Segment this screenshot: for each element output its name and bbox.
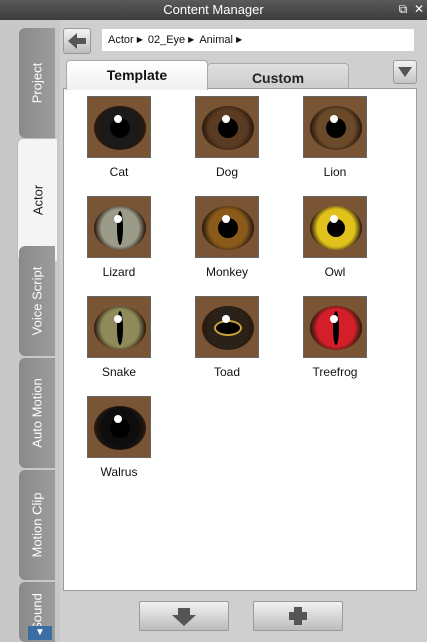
scroll-down-icon[interactable]: ▼ <box>28 626 52 640</box>
chevron-right-icon[interactable]: ▶ <box>236 29 242 51</box>
eye-thumbnail <box>303 296 367 358</box>
eye-item[interactable]: Walrus <box>74 396 164 479</box>
side-tab-motion-clip[interactable]: Motion Clip <box>19 470 55 580</box>
chevron-right-icon[interactable]: ▶ <box>137 29 143 51</box>
eye-item-label: Monkey <box>205 265 249 279</box>
iris <box>94 206 146 250</box>
iris <box>310 206 362 250</box>
eye-thumbnail <box>87 196 151 258</box>
eye-item-label: Snake <box>101 365 137 379</box>
iris <box>202 306 254 350</box>
side-tab-project[interactable]: Project <box>19 28 55 138</box>
eye-item[interactable]: Snake <box>74 296 164 379</box>
breadcrumb-item[interactable]: Actor <box>108 34 134 46</box>
window-title: Content Manager <box>163 2 264 17</box>
eye-item-label: Dog <box>215 165 238 179</box>
eye-thumbnail <box>303 96 367 158</box>
pupil <box>216 322 240 334</box>
triangle-down-icon <box>398 67 412 77</box>
arrow-down-icon <box>172 608 196 626</box>
iris <box>94 406 146 450</box>
eye-item[interactable]: Lion <box>290 96 380 179</box>
eye-grid: Cat Dog Lion Lizard Monkey Owl Snake Toad Treefr… <box>64 89 416 590</box>
glint <box>330 315 338 323</box>
eye-thumbnail <box>87 396 151 458</box>
eye-item[interactable]: Monkey <box>182 196 272 279</box>
eye-item-label: Toad <box>213 365 241 379</box>
eye-item[interactable]: Owl <box>290 196 380 279</box>
side-tab-actor[interactable]: Actor <box>17 138 57 262</box>
eye-item-label: Owl <box>324 265 346 279</box>
restore-icon[interactable]: ⧉ <box>396 2 410 16</box>
glint <box>222 315 230 323</box>
side-tab-auto-motion[interactable]: Auto Motion <box>19 358 55 468</box>
glint <box>114 415 122 423</box>
glint <box>114 115 122 123</box>
title-bar: Content Manager ⧉ ✕ <box>0 0 427 20</box>
eye-item-label: Lizard <box>102 265 136 279</box>
eye-item[interactable]: Treefrog <box>290 296 380 379</box>
back-button[interactable] <box>63 28 91 54</box>
eye-thumbnail <box>195 196 259 258</box>
dropdown-button[interactable] <box>393 60 417 84</box>
iris <box>310 106 362 150</box>
breadcrumb-item[interactable]: 02_Eye <box>148 34 185 46</box>
tab-custom[interactable]: Custom <box>207 63 349 91</box>
iris <box>202 106 254 150</box>
tab-template[interactable]: Template <box>66 60 208 90</box>
arrow-left-icon <box>68 33 86 49</box>
close-icon[interactable]: ✕ <box>412 2 426 16</box>
eye-thumbnail <box>195 296 259 358</box>
eye-item[interactable]: Lizard <box>74 196 164 279</box>
iris <box>202 206 254 250</box>
side-tab-voice-script[interactable]: Voice Script <box>19 246 55 356</box>
iris <box>310 306 362 350</box>
iris <box>94 106 146 150</box>
eye-thumbnail <box>303 196 367 258</box>
download-button[interactable] <box>139 601 229 631</box>
glint <box>114 215 122 223</box>
eye-thumbnail <box>87 296 151 358</box>
eye-item-label: Lion <box>323 165 347 179</box>
glint <box>222 215 230 223</box>
eye-item[interactable]: Toad <box>182 296 272 379</box>
eye-item-label: Treefrog <box>312 365 358 379</box>
plus-icon <box>289 607 307 625</box>
eye-item[interactable]: Cat <box>74 96 164 179</box>
glint <box>114 315 122 323</box>
template-content-panel: Cat Dog Lion Lizard Monkey Owl Snake Toad Treefr… <box>63 88 417 591</box>
eye-item-label: Walrus <box>100 465 138 479</box>
breadcrumb: Actor ▶ 02_Eye ▶ Animal ▶ <box>101 28 415 52</box>
glint <box>330 115 338 123</box>
chevron-right-icon[interactable]: ▶ <box>188 29 194 51</box>
add-button[interactable] <box>253 601 343 631</box>
eye-thumbnail <box>87 96 151 158</box>
side-tab-bar: Project Actor Voice Script Auto Motion M… <box>0 20 60 642</box>
breadcrumb-item[interactable]: Animal <box>199 34 233 46</box>
eye-thumbnail <box>195 96 259 158</box>
iris <box>94 306 146 350</box>
eye-item-label: Cat <box>109 165 129 179</box>
glint <box>222 115 230 123</box>
eye-item[interactable]: Dog <box>182 96 272 179</box>
glint <box>330 215 338 223</box>
